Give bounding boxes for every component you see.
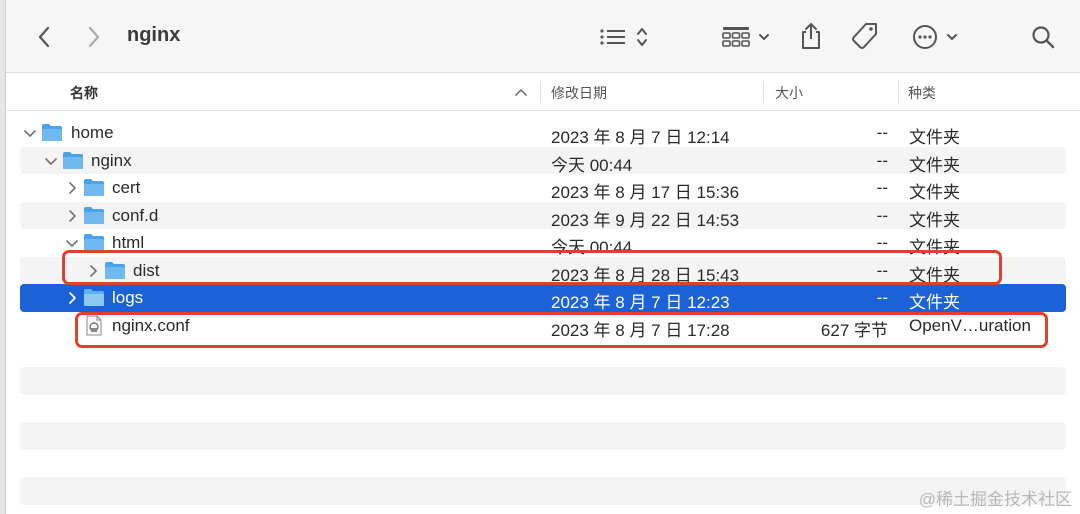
item-date: 2023 年 8 月 7 日 12:23 [551,293,730,312]
item-size: -- [876,178,888,197]
column-size-header[interactable]: 大小 [775,83,803,103]
item-date: 2023 年 8 月 7 日 12:14 [551,128,730,147]
item-size: -- [876,205,888,225]
share-button[interactable] [796,20,826,52]
folder-icon [42,124,62,141]
disclosure-collapsed-icon[interactable] [65,181,79,195]
disclosure-collapsed-icon[interactable] [65,291,79,305]
folder-icon [84,289,104,306]
list-item[interactable]: cert 2023 年 8 月 17 日 15:36 -- 文件夹 [20,174,1066,202]
sort-ascending-icon[interactable] [514,88,528,98]
group-grid-icon [722,27,750,47]
tag-icon [852,23,877,49]
column-divider[interactable] [540,81,541,103]
back-button[interactable] [32,22,56,52]
item-name: home [71,123,114,142]
search-button[interactable] [1028,22,1058,52]
item-date: 今天 00:44 [551,155,633,175]
search-icon [1032,26,1055,49]
highlight-box-dist [62,250,1002,285]
column-name-header[interactable]: 名称 [70,83,98,103]
column-date-header[interactable]: 修改日期 [551,83,607,103]
folder-icon [84,179,104,196]
tag-button[interactable] [848,20,882,52]
item-kind: 文件夹 [909,128,960,147]
more-actions-button[interactable] [906,22,964,52]
item-name: conf.d [112,205,159,225]
column-divider[interactable] [898,81,899,103]
share-icon [802,23,820,49]
empty-row [20,477,1066,505]
sort-updown-icon [637,28,647,46]
item-kind: 文件夹 [909,183,960,202]
forward-chevron-icon [88,26,100,48]
window-title: nginx [127,24,181,46]
item-date: 2023 年 9 月 22 日 14:53 [551,210,740,230]
disclosure-expanded-icon[interactable] [65,236,79,250]
folder-icon [63,151,83,169]
item-size: -- [876,150,888,170]
list-item[interactable]: conf.d 2023 年 9 月 22 日 14:53 -- 文件夹 [20,201,1066,230]
more-icon [913,25,937,49]
empty-row [20,367,1066,395]
list-item-selected[interactable]: logs 2023 年 8 月 7 日 12:23 -- 文件夹 [20,284,1066,312]
item-name: logs [112,288,144,307]
disclosure-expanded-icon[interactable] [23,126,37,140]
back-chevron-icon [38,26,50,48]
column-header: 名称 修改日期 大小 种类 [6,73,1080,111]
item-name: nginx [91,150,132,170]
item-size: -- [876,288,888,307]
folder-icon [84,206,104,224]
toolbar: nginx [6,0,1080,73]
item-name: cert [112,178,141,197]
column-divider[interactable] [763,81,764,103]
item-size: -- [876,123,888,142]
list-item[interactable]: nginx 今天 00:44 -- 文件夹 [20,146,1066,175]
empty-row [20,422,1066,450]
item-kind: 文件夹 [909,155,960,175]
disclosure-expanded-icon[interactable] [44,154,58,168]
disclosure-collapsed-icon[interactable] [65,209,79,223]
item-kind: 文件夹 [909,293,960,312]
column-kind-header[interactable]: 种类 [908,83,936,103]
forward-button[interactable] [82,22,106,52]
chevron-down-icon [759,34,769,40]
list-view-icon [600,29,625,45]
view-mode-button[interactable] [594,22,654,52]
group-button[interactable] [718,22,774,52]
item-date: 2023 年 8 月 17 日 15:36 [551,183,740,202]
highlight-box-nginx-conf [75,312,1048,348]
list-item[interactable]: home 2023 年 8 月 7 日 12:14 -- 文件夹 [20,119,1066,147]
chevron-down-icon [947,34,957,40]
item-kind: 文件夹 [909,210,960,230]
watermark: @稀土掘金技术社区 [918,490,1072,509]
file-list: home 2023 年 8 月 7 日 12:14 -- 文件夹 nginx 今… [20,119,1066,340]
